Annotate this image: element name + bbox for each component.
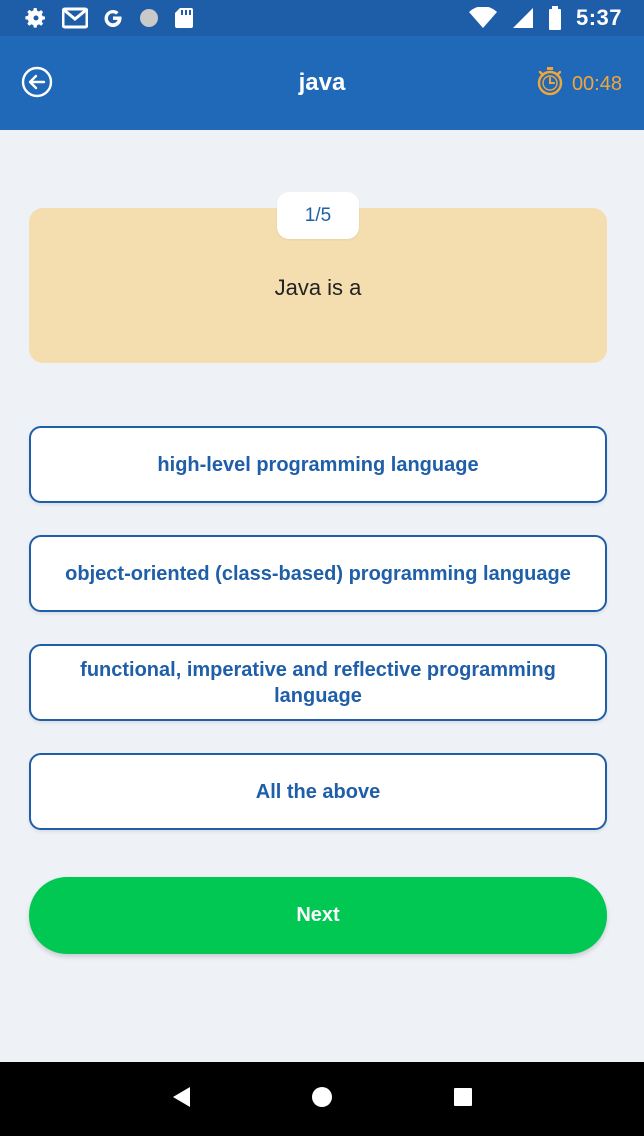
back-arrow-icon <box>21 66 53 103</box>
wifi-icon <box>468 7 498 29</box>
signal-icon <box>512 7 534 29</box>
stopwatch-icon <box>536 66 564 102</box>
recents-square-icon <box>452 1086 474 1113</box>
back-button[interactable] <box>20 66 54 103</box>
nav-back-button[interactable] <box>161 1079 201 1119</box>
system-nav-bar <box>0 1062 644 1136</box>
quiz-timer: 00:48 <box>536 66 622 102</box>
google-icon <box>102 7 124 29</box>
question-progress-badge: 1/5 <box>277 192 359 239</box>
back-triangle-icon <box>170 1085 192 1114</box>
home-circle-icon <box>310 1085 334 1114</box>
nav-recents-button[interactable] <box>443 1079 483 1119</box>
nav-home-button[interactable] <box>302 1079 342 1119</box>
settings-icon <box>24 6 48 30</box>
status-clock: 5:37 <box>575 5 622 30</box>
status-bar: 5:37 <box>0 0 644 36</box>
answer-option-2[interactable]: object-oriented (class-based) programmin… <box>29 535 607 612</box>
gmail-icon <box>62 7 88 29</box>
status-right-icons: 5:37 <box>468 5 622 31</box>
page-title: java <box>298 69 346 96</box>
battery-icon <box>548 6 562 30</box>
next-button[interactable]: Next <box>29 877 607 954</box>
answer-option-1[interactable]: high-level programming language <box>29 426 607 503</box>
circle-icon <box>138 7 160 29</box>
status-left-icons <box>24 6 194 30</box>
sd-card-icon <box>174 7 194 29</box>
answer-option-3[interactable]: functional, imperative and reflective pr… <box>29 644 607 721</box>
answer-option-4[interactable]: All the above <box>29 753 607 830</box>
app-bar: java 00:48 <box>0 36 644 130</box>
timer-value: 00:48 <box>571 72 622 95</box>
question-text: Java is a <box>274 274 362 300</box>
